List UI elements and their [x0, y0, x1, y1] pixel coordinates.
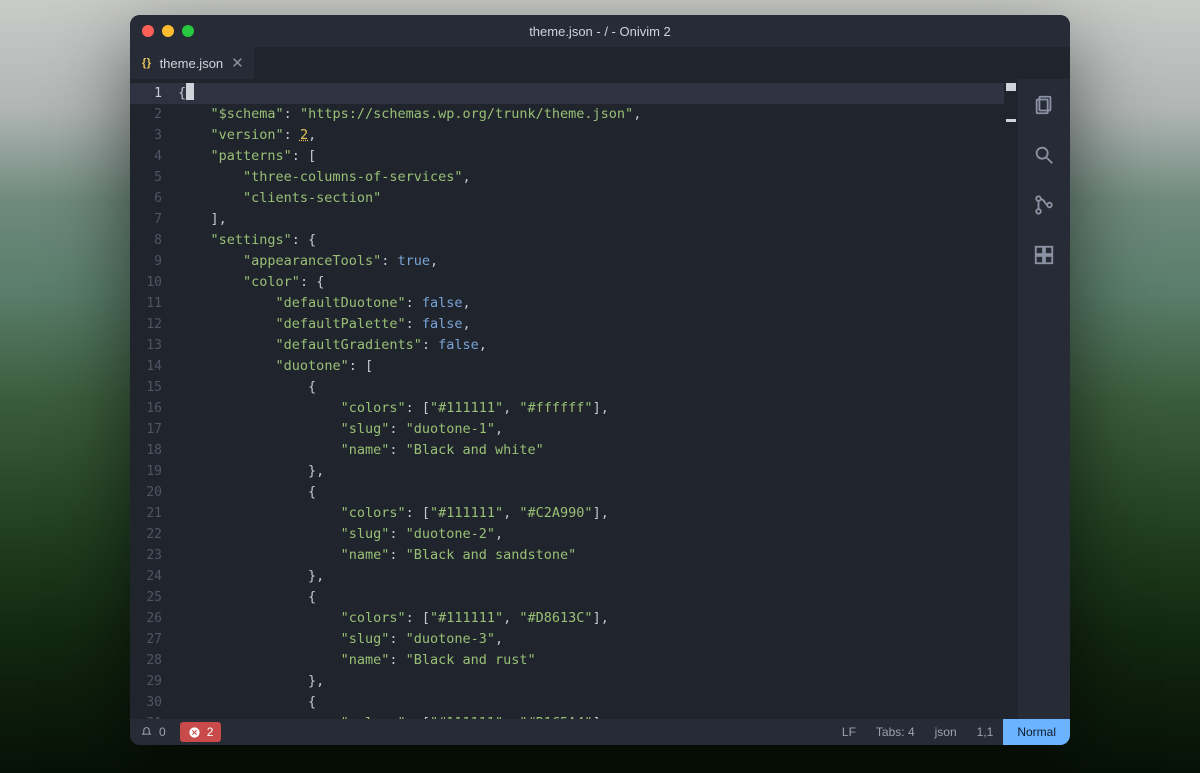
- code-line[interactable]: ],: [172, 209, 1004, 230]
- status-pos[interactable]: 1,1: [967, 719, 1004, 745]
- line-number[interactable]: 29: [130, 671, 172, 692]
- line-number[interactable]: 15: [130, 377, 172, 398]
- code-line[interactable]: "colors": ["#111111", "#D8613C"],: [172, 608, 1004, 629]
- line-number[interactable]: 22: [130, 524, 172, 545]
- filetype-icon: {}: [142, 57, 152, 69]
- line-number[interactable]: 5: [130, 167, 172, 188]
- window-title: theme.json - / - Onivim 2: [130, 24, 1070, 39]
- line-number-gutter[interactable]: 1234567891011121314151617181920212223242…: [130, 79, 172, 719]
- status-eol[interactable]: LF: [832, 719, 866, 745]
- code-line[interactable]: "$schema": "https://schemas.wp.org/trunk…: [172, 104, 1004, 125]
- extensions-icon[interactable]: [1032, 243, 1056, 267]
- line-number[interactable]: 10: [130, 272, 172, 293]
- scrollbar[interactable]: [1004, 79, 1018, 719]
- tab-label: theme.json: [160, 56, 224, 71]
- line-number[interactable]: 2: [130, 104, 172, 125]
- line-number[interactable]: 4: [130, 146, 172, 167]
- tab-strip: {} theme.json ✕: [130, 47, 1070, 79]
- code-line[interactable]: "duotone": [: [172, 356, 1004, 377]
- line-number[interactable]: 11: [130, 293, 172, 314]
- code-line[interactable]: "slug": "duotone-1",: [172, 419, 1004, 440]
- code-line[interactable]: {: [172, 482, 1004, 503]
- code-line[interactable]: "patterns": [: [172, 146, 1004, 167]
- editor[interactable]: 1234567891011121314151617181920212223242…: [130, 79, 1018, 719]
- line-number[interactable]: 20: [130, 482, 172, 503]
- status-bar: 0 2 LF Tabs: 4 json 1,1 Normal: [130, 719, 1070, 745]
- code-line[interactable]: },: [172, 566, 1004, 587]
- code-line[interactable]: "name": "Black and sandstone": [172, 545, 1004, 566]
- line-number[interactable]: 14: [130, 356, 172, 377]
- minimize-window-button[interactable]: [162, 25, 174, 37]
- line-number[interactable]: 18: [130, 440, 172, 461]
- error-count: 2: [207, 725, 214, 739]
- code-line[interactable]: "defaultDuotone": false,: [172, 293, 1004, 314]
- tab-theme-json[interactable]: {} theme.json ✕: [130, 47, 254, 79]
- code-line[interactable]: "defaultPalette": false,: [172, 314, 1004, 335]
- code-line[interactable]: "name": "Black and white": [172, 440, 1004, 461]
- text-cursor: [186, 83, 194, 100]
- code-line[interactable]: },: [172, 671, 1004, 692]
- line-number[interactable]: 1: [130, 83, 172, 104]
- code-line[interactable]: "three-columns-of-services",: [172, 167, 1004, 188]
- close-window-button[interactable]: [142, 25, 154, 37]
- code-line[interactable]: "name": "Black and rust": [172, 650, 1004, 671]
- main-area: 1234567891011121314151617181920212223242…: [130, 79, 1070, 719]
- line-number[interactable]: 21: [130, 503, 172, 524]
- line-number[interactable]: 28: [130, 650, 172, 671]
- git-icon[interactable]: [1032, 193, 1056, 217]
- code-line[interactable]: "colors": ["#111111", "#B1C5A4"],: [172, 713, 1004, 719]
- files-icon[interactable]: [1032, 93, 1056, 117]
- app-window: theme.json - / - Onivim 2 {} theme.json …: [130, 15, 1070, 745]
- line-number[interactable]: 7: [130, 209, 172, 230]
- code-line[interactable]: "appearanceTools": true,: [172, 251, 1004, 272]
- line-number[interactable]: 24: [130, 566, 172, 587]
- activity-bar: [1018, 79, 1070, 719]
- code-line[interactable]: {: [172, 377, 1004, 398]
- code-line[interactable]: },: [172, 461, 1004, 482]
- line-number[interactable]: 19: [130, 461, 172, 482]
- code-line[interactable]: "clients-section": [172, 188, 1004, 209]
- status-mode[interactable]: Normal: [1003, 719, 1070, 745]
- status-errors[interactable]: 2: [180, 722, 222, 742]
- line-number[interactable]: 16: [130, 398, 172, 419]
- code-line[interactable]: {: [172, 587, 1004, 608]
- code-area[interactable]: { "$schema": "https://schemas.wp.org/tru…: [172, 79, 1004, 719]
- code-line[interactable]: "settings": {: [172, 230, 1004, 251]
- code-line[interactable]: {: [172, 83, 1004, 104]
- close-tab-button[interactable]: ✕: [231, 56, 244, 71]
- code-line[interactable]: "colors": ["#111111", "#ffffff"],: [172, 398, 1004, 419]
- code-line[interactable]: "colors": ["#111111", "#C2A990"],: [172, 503, 1004, 524]
- code-line[interactable]: {: [172, 692, 1004, 713]
- line-number[interactable]: 8: [130, 230, 172, 251]
- line-number[interactable]: 27: [130, 629, 172, 650]
- line-number[interactable]: 25: [130, 587, 172, 608]
- line-number[interactable]: 3: [130, 125, 172, 146]
- notification-count: 0: [159, 725, 166, 739]
- line-number[interactable]: 12: [130, 314, 172, 335]
- code-line[interactable]: "slug": "duotone-3",: [172, 629, 1004, 650]
- status-tabs[interactable]: Tabs: 4: [866, 719, 925, 745]
- traffic-lights: [142, 25, 194, 37]
- map-marker: [1006, 83, 1016, 91]
- code-line[interactable]: "slug": "duotone-2",: [172, 524, 1004, 545]
- maximize-window-button[interactable]: [182, 25, 194, 37]
- error-icon: [188, 726, 201, 739]
- map-marker: [1006, 119, 1016, 122]
- status-notifications[interactable]: 0: [130, 719, 176, 745]
- bell-icon: [140, 726, 153, 739]
- titlebar[interactable]: theme.json - / - Onivim 2: [130, 15, 1070, 47]
- code-line[interactable]: "version": 2,: [172, 125, 1004, 146]
- line-number[interactable]: 26: [130, 608, 172, 629]
- line-number[interactable]: 9: [130, 251, 172, 272]
- line-number[interactable]: 23: [130, 545, 172, 566]
- code-line[interactable]: "defaultGradients": false,: [172, 335, 1004, 356]
- line-number[interactable]: 6: [130, 188, 172, 209]
- code-line[interactable]: "color": {: [172, 272, 1004, 293]
- status-lang[interactable]: json: [925, 719, 967, 745]
- line-number[interactable]: 30: [130, 692, 172, 713]
- line-number[interactable]: 13: [130, 335, 172, 356]
- line-number[interactable]: 17: [130, 419, 172, 440]
- search-icon[interactable]: [1032, 143, 1056, 167]
